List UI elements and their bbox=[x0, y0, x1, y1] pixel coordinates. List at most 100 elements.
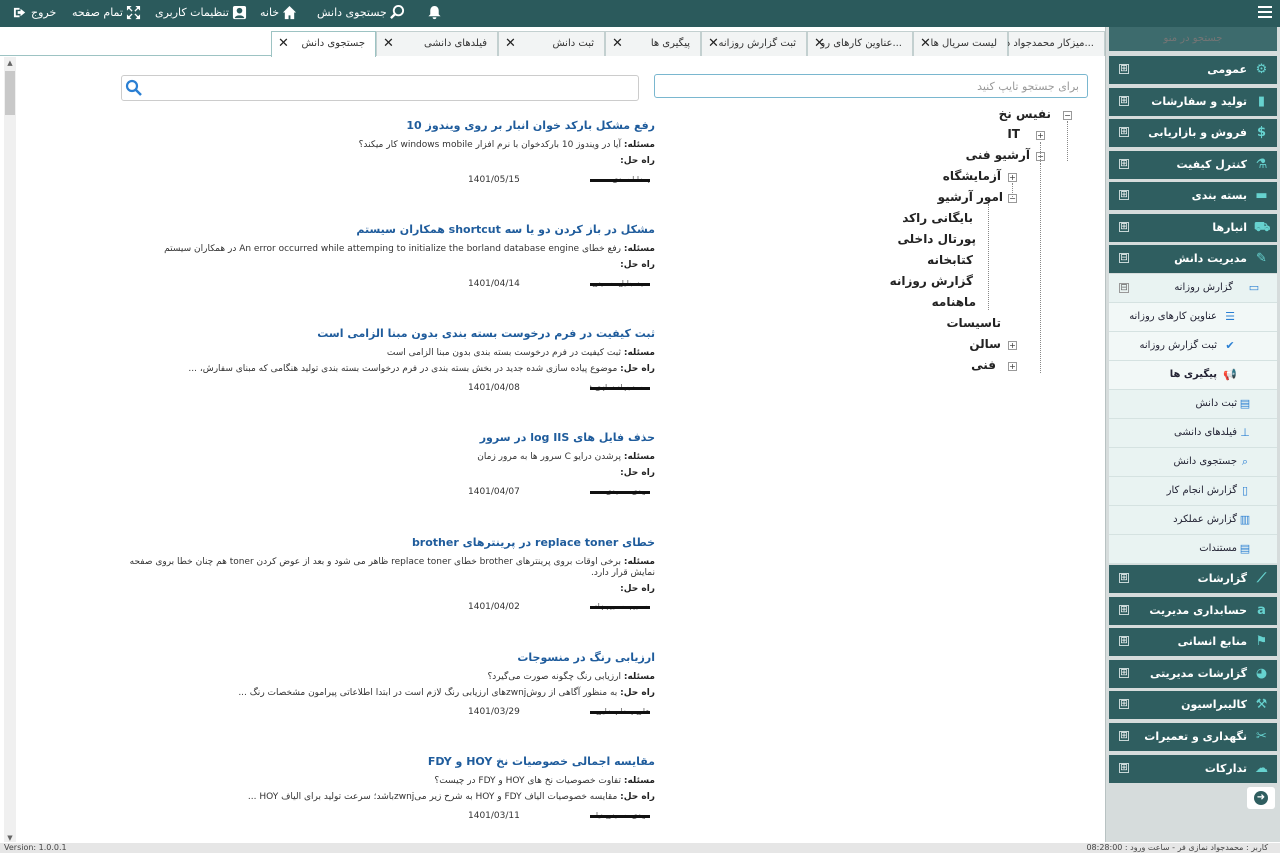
submenu-km-item-3[interactable]: جستجوی دانش ⌕ bbox=[1109, 448, 1277, 477]
tree-expand-icon[interactable]: + bbox=[1008, 362, 1017, 371]
search-icon[interactable] bbox=[125, 79, 143, 97]
menu-item-8[interactable]: گزارشات ⟋ ⊞ bbox=[1109, 565, 1277, 593]
problem-label: مسئله: bbox=[623, 348, 655, 358]
menu-item-13[interactable]: نگهداری و تعمیرات ✂ ⊞ bbox=[1109, 723, 1277, 751]
result-title-link[interactable]: ارزیابی رنگ در منسوجات bbox=[120, 651, 655, 667]
expand-toggle-icon[interactable]: ⊞ bbox=[1119, 573, 1129, 583]
submenu-km-item-4[interactable]: گزارش انجام کار ▯ bbox=[1109, 477, 1277, 506]
tree-node[interactable]: سالن bbox=[969, 337, 1001, 351]
scroll-down-arrow-icon[interactable]: ▼ bbox=[6, 834, 14, 842]
tree-node[interactable]: آرشیو فنی bbox=[966, 148, 1030, 162]
menu-item-6[interactable]: انبارها ⛟ ⊞ bbox=[1109, 214, 1277, 242]
tab-7[interactable]: فیلدهای دانشی ✕ bbox=[376, 31, 498, 56]
tree-node[interactable]: فنی bbox=[971, 358, 996, 372]
tab-8[interactable]: جستجوی دانش ✕ bbox=[271, 31, 376, 57]
tree-node[interactable]: بایگانی راکد bbox=[902, 211, 973, 225]
close-icon[interactable]: ✕ bbox=[612, 36, 623, 51]
menu-item-label: انبارها bbox=[1212, 221, 1247, 234]
menu-item-12[interactable]: کالیبراسیون ⚒ ⊞ bbox=[1109, 691, 1277, 719]
expand-toggle-icon[interactable]: ⊞ bbox=[1119, 605, 1129, 615]
collapse-toggle-icon[interactable]: ⊟ bbox=[1119, 253, 1129, 263]
submenu-daily-item-1[interactable]: عناوین کارهای روزانه ☰ bbox=[1109, 303, 1277, 332]
tree-node[interactable]: نفیس نخ bbox=[999, 107, 1051, 121]
menu-item-label: فروش و بازاریابی bbox=[1148, 126, 1247, 139]
expand-toggle-icon[interactable]: ⊞ bbox=[1119, 96, 1129, 106]
result-title-link[interactable]: مشکل در باز کردن دو یا سه shortcut همکار… bbox=[120, 223, 655, 239]
menu-item-4[interactable]: کنترل کیفیت ⚗ ⊞ bbox=[1109, 151, 1277, 179]
result-title-link[interactable]: حذف فایل های log IIS در سرور bbox=[120, 431, 655, 447]
fullscreen-button[interactable]: تمام صفحه bbox=[72, 5, 141, 20]
tree-collapse-icon[interactable]: − bbox=[1063, 111, 1072, 120]
submenu-daily-item-2[interactable]: ثبت گزارش روزانه ✔ bbox=[1109, 332, 1277, 361]
menu-item-9[interactable]: حسابداری مدیریت a ⊞ bbox=[1109, 597, 1277, 625]
submenu-km-item-6[interactable]: مستندات ▤ bbox=[1109, 535, 1277, 564]
tree-node[interactable]: پورتال داخلی bbox=[898, 232, 977, 246]
close-icon[interactable]: ✕ bbox=[383, 36, 394, 51]
menu-item-5[interactable]: بسته بندی ▬ ⊞ bbox=[1109, 182, 1277, 210]
expand-toggle-icon[interactable]: ⊞ bbox=[1119, 731, 1129, 741]
menu-item-14[interactable]: تدارکات ☁ ⊞ bbox=[1109, 755, 1277, 783]
tree-search-input[interactable] bbox=[654, 74, 1088, 98]
user-settings-button[interactable]: تنظیمات کاربری bbox=[155, 5, 247, 20]
expand-toggle-icon[interactable]: ⊞ bbox=[1119, 699, 1129, 709]
tree-node[interactable]: گزارش روزانه bbox=[890, 274, 973, 288]
expand-toggle-icon[interactable]: ⊞ bbox=[1119, 190, 1129, 200]
hamburger-menu-icon[interactable] bbox=[1258, 6, 1272, 20]
tree-expand-icon[interactable]: + bbox=[1008, 341, 1017, 350]
submenu-km-item-2[interactable]: فیلدهای دانشی ⊥ bbox=[1109, 419, 1277, 448]
expand-toggle-icon[interactable]: ⊞ bbox=[1119, 64, 1129, 74]
result-title-link[interactable]: مقایسه اجمالی خصوصیات نخ HOY و FDY bbox=[120, 755, 655, 771]
logout-button[interactable]: خروج bbox=[13, 5, 56, 20]
close-icon[interactable]: ✕ bbox=[505, 36, 516, 51]
tab-5[interactable]: پیگیری ها ✕ bbox=[605, 31, 701, 56]
menu-item-7[interactable]: مدیریت دانش ✎ ⊟ bbox=[1109, 245, 1277, 273]
tab-6[interactable]: ثبت دانش ✕ bbox=[498, 31, 605, 56]
tab-4[interactable]: ثبت گزارش روزانه ✕ bbox=[701, 31, 807, 56]
tree-node[interactable]: آزمایشگاه bbox=[943, 169, 1001, 183]
close-icon[interactable]: ✕ bbox=[278, 36, 289, 51]
tree-expand-icon[interactable]: + bbox=[1008, 173, 1017, 182]
menu-item-3[interactable]: فروش و بازاریابی $ ⊞ bbox=[1109, 119, 1277, 147]
expand-toggle-icon[interactable]: ⊞ bbox=[1119, 636, 1129, 646]
knowledge-search-input[interactable] bbox=[150, 77, 636, 99]
scrollbar-thumb[interactable] bbox=[5, 71, 15, 115]
collapse-toggle-icon[interactable]: ⊟ bbox=[1119, 283, 1129, 293]
home-button[interactable]: خانه bbox=[260, 5, 297, 20]
tab-1[interactable]: میزکار محمدجواد د... bbox=[1006, 31, 1105, 56]
expand-toggle-icon[interactable]: ⊞ bbox=[1119, 159, 1129, 169]
expand-toggle-icon[interactable]: ⊞ bbox=[1119, 668, 1129, 678]
submenu-km-item-1[interactable]: ثبت دانش ▤ bbox=[1109, 390, 1277, 419]
tree-node[interactable]: امور آرشیو bbox=[938, 190, 1003, 204]
scroll-up-arrow-icon[interactable]: ▲ bbox=[6, 59, 14, 67]
submenu-daily-item-3[interactable]: پیگیری ها 📢 bbox=[1109, 361, 1277, 390]
tree-node[interactable]: کتابخانه bbox=[927, 253, 973, 267]
tree-node[interactable]: ماهنامه bbox=[932, 295, 976, 309]
menu-search-input[interactable] bbox=[1109, 27, 1277, 51]
result-title-link[interactable]: ثبت کیفیت در فرم درخوست بسته بندی بدون م… bbox=[120, 327, 655, 343]
submenu-daily-report[interactable]: گزارش روزانه ▭ ⊟ bbox=[1109, 274, 1277, 303]
menu-item-11[interactable]: گزارشات مدیریتی ◕ ⊞ bbox=[1109, 660, 1277, 688]
sidebar-collapse-button[interactable]: ➜ bbox=[1247, 787, 1275, 809]
expand-toggle-icon[interactable]: ⊞ bbox=[1119, 222, 1129, 232]
menu-item-10[interactable]: منابع انسانی ⚑ ⊞ bbox=[1109, 628, 1277, 656]
result-title-link[interactable]: خطای replace toner در پرینترهای brother bbox=[120, 536, 655, 552]
tree-node[interactable]: IT bbox=[1007, 127, 1020, 141]
result-title-link[interactable]: رفع مشکل بارکد خوان انبار بر روی ویندوز … bbox=[120, 119, 655, 135]
tree-node[interactable]: تاسیسات bbox=[947, 316, 1002, 330]
menu-item-1[interactable]: عمومی ⚙ ⊞ bbox=[1109, 56, 1277, 84]
expand-toggle-icon[interactable]: ⊞ bbox=[1119, 763, 1129, 773]
tab-3[interactable]: عناوین کارهای رو... ✕ bbox=[807, 31, 913, 56]
solution-label: راه حل: bbox=[620, 156, 655, 166]
menu-item-2[interactable]: تولید و سفارشات ▮ ⊞ bbox=[1109, 88, 1277, 116]
notifications-button[interactable] bbox=[427, 5, 442, 20]
file-icon: ▯ bbox=[1241, 484, 1249, 497]
submenu-km-item-5[interactable]: گزارش عملکرد ▥ bbox=[1109, 506, 1277, 535]
vertical-scrollbar[interactable]: ▲ ▼ bbox=[4, 57, 16, 842]
knowledge-search-button[interactable]: جستجوی دانش bbox=[317, 5, 405, 20]
close-icon[interactable]: ✕ bbox=[814, 36, 825, 51]
close-icon[interactable]: ✕ bbox=[920, 36, 931, 51]
tree-expand-icon[interactable]: + bbox=[1036, 131, 1045, 140]
close-icon[interactable]: ✕ bbox=[708, 36, 719, 51]
expand-toggle-icon[interactable]: ⊞ bbox=[1119, 127, 1129, 137]
tab-2[interactable]: لیست سریال ها ✕ bbox=[913, 31, 1008, 56]
